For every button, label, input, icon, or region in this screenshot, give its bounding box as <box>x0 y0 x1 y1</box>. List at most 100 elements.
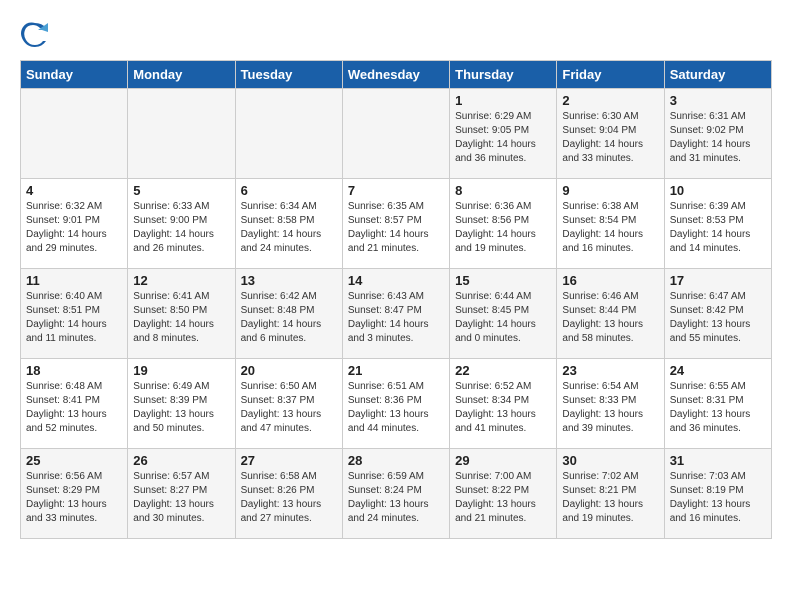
header-cell-wednesday: Wednesday <box>342 61 449 89</box>
day-number: 14 <box>348 273 444 288</box>
day-info: Sunrise: 6:58 AM Sunset: 8:26 PM Dayligh… <box>241 471 322 524</box>
day-info: Sunrise: 6:38 AM Sunset: 8:54 PM Dayligh… <box>562 201 643 254</box>
day-info: Sunrise: 6:40 AM Sunset: 8:51 PM Dayligh… <box>26 291 107 344</box>
day-info: Sunrise: 6:47 AM Sunset: 8:42 PM Dayligh… <box>670 291 751 344</box>
logo <box>20 20 54 50</box>
header-row: SundayMondayTuesdayWednesdayThursdayFrid… <box>21 61 772 89</box>
day-info: Sunrise: 6:29 AM Sunset: 9:05 PM Dayligh… <box>455 111 536 164</box>
day-number: 27 <box>241 453 337 468</box>
day-info: Sunrise: 6:46 AM Sunset: 8:44 PM Dayligh… <box>562 291 643 344</box>
day-number: 13 <box>241 273 337 288</box>
day-cell: 5Sunrise: 6:33 AM Sunset: 9:00 PM Daylig… <box>128 179 235 269</box>
day-cell: 23 Sunrise: 6:54 AM Sunset: 8:33 PM Dayli… <box>557 359 664 449</box>
day-cell: 12 Sunrise: 6:41 AM Sunset: 8:50 PM Dayli… <box>128 269 235 359</box>
day-cell: 18 Sunrise: 6:48 AM Sunset: 8:41 PM Dayli… <box>21 359 128 449</box>
day-number: 29 <box>455 453 551 468</box>
day-cell: 15Sunrise: 6:44 AM Sunset: 8:45 PM Dayli… <box>450 269 557 359</box>
day-number: 25 <box>26 453 122 468</box>
day-info: Sunrise: 6:41 AM Sunset: 8:50 PM Dayligh… <box>133 291 214 344</box>
page-header <box>20 20 772 50</box>
day-info: Sunrise: 6:49 AM Sunset: 8:39 PM Dayligh… <box>133 381 214 434</box>
day-info: Sunrise: 6:32 AM Sunset: 9:01 PM Dayligh… <box>26 201 107 254</box>
day-cell: 2 Sunrise: 6:30 AM Sunset: 9:04 PM Daylig… <box>557 89 664 179</box>
day-cell: 16 Sunrise: 6:46 AM Sunset: 8:44 PM Dayli… <box>557 269 664 359</box>
day-number: 23 <box>562 363 658 378</box>
day-cell: 11Sunrise: 6:40 AM Sunset: 8:51 PM Dayli… <box>21 269 128 359</box>
header-cell-sunday: Sunday <box>21 61 128 89</box>
day-cell: 10 Sunrise: 6:39 AM Sunset: 8:53 PM Dayli… <box>664 179 771 269</box>
day-number: 7 <box>348 183 444 198</box>
day-cell: 28 Sunrise: 6:59 AM Sunset: 8:24 PM Dayli… <box>342 449 449 539</box>
day-cell <box>342 89 449 179</box>
day-cell: 13 Sunrise: 6:42 AM Sunset: 8:48 PM Dayli… <box>235 269 342 359</box>
day-cell: 25Sunrise: 6:56 AM Sunset: 8:29 PM Dayli… <box>21 449 128 539</box>
day-cell: 1 Sunrise: 6:29 AM Sunset: 9:05 PM Daylig… <box>450 89 557 179</box>
day-number: 10 <box>670 183 766 198</box>
day-number: 30 <box>562 453 658 468</box>
day-number: 3 <box>670 93 766 108</box>
day-info: Sunrise: 6:34 AM Sunset: 8:58 PM Dayligh… <box>241 201 322 254</box>
day-number: 4 <box>26 183 122 198</box>
header-cell-thursday: Thursday <box>450 61 557 89</box>
day-cell: 8 Sunrise: 6:36 AM Sunset: 8:56 PM Daylig… <box>450 179 557 269</box>
day-info: Sunrise: 6:50 AM Sunset: 8:37 PM Dayligh… <box>241 381 322 434</box>
day-info: Sunrise: 6:43 AM Sunset: 8:47 PM Dayligh… <box>348 291 429 344</box>
day-number: 2 <box>562 93 658 108</box>
day-number: 22 <box>455 363 551 378</box>
day-cell <box>235 89 342 179</box>
day-number: 26 <box>133 453 229 468</box>
day-number: 28 <box>348 453 444 468</box>
day-cell: 17 Sunrise: 6:47 AM Sunset: 8:42 PM Dayli… <box>664 269 771 359</box>
day-info: Sunrise: 6:57 AM Sunset: 8:27 PM Dayligh… <box>133 471 214 524</box>
logo-icon <box>20 20 50 50</box>
day-number: 19 <box>133 363 229 378</box>
day-info: Sunrise: 6:54 AM Sunset: 8:33 PM Dayligh… <box>562 381 643 434</box>
day-cell: 19 Sunrise: 6:49 AM Sunset: 8:39 PM Dayli… <box>128 359 235 449</box>
day-info: Sunrise: 6:59 AM Sunset: 8:24 PM Dayligh… <box>348 471 429 524</box>
day-number: 8 <box>455 183 551 198</box>
day-info: Sunrise: 6:48 AM Sunset: 8:41 PM Dayligh… <box>26 381 107 434</box>
week-row-2: 4 Sunrise: 6:32 AM Sunset: 9:01 PM Daylig… <box>21 179 772 269</box>
day-info: Sunrise: 6:31 AM Sunset: 9:02 PM Dayligh… <box>670 111 751 164</box>
day-number: 16 <box>562 273 658 288</box>
day-info: Sunrise: 6:33 AM Sunset: 9:00 PM Dayligh… <box>133 201 214 254</box>
day-number: 9 <box>562 183 658 198</box>
day-cell: 20 Sunrise: 6:50 AM Sunset: 8:37 PM Dayli… <box>235 359 342 449</box>
day-cell: 29 Sunrise: 7:00 AM Sunset: 8:22 PM Dayli… <box>450 449 557 539</box>
header-cell-monday: Monday <box>128 61 235 89</box>
week-row-4: 18 Sunrise: 6:48 AM Sunset: 8:41 PM Dayli… <box>21 359 772 449</box>
day-info: Sunrise: 6:39 AM Sunset: 8:53 PM Dayligh… <box>670 201 751 254</box>
header-cell-friday: Friday <box>557 61 664 89</box>
week-row-1: 1 Sunrise: 6:29 AM Sunset: 9:05 PM Daylig… <box>21 89 772 179</box>
header-cell-saturday: Saturday <box>664 61 771 89</box>
day-info: Sunrise: 6:35 AM Sunset: 8:57 PM Dayligh… <box>348 201 429 254</box>
day-number: 1 <box>455 93 551 108</box>
week-row-3: 11Sunrise: 6:40 AM Sunset: 8:51 PM Dayli… <box>21 269 772 359</box>
day-info: Sunrise: 6:52 AM Sunset: 8:34 PM Dayligh… <box>455 381 536 434</box>
day-cell: 26 Sunrise: 6:57 AM Sunset: 8:27 PM Dayli… <box>128 449 235 539</box>
day-cell <box>21 89 128 179</box>
day-cell: 3 Sunrise: 6:31 AM Sunset: 9:02 PM Daylig… <box>664 89 771 179</box>
day-cell: 27 Sunrise: 6:58 AM Sunset: 8:26 PM Dayli… <box>235 449 342 539</box>
day-cell: 31Sunrise: 7:03 AM Sunset: 8:19 PM Dayli… <box>664 449 771 539</box>
day-cell: 7 Sunrise: 6:35 AM Sunset: 8:57 PM Daylig… <box>342 179 449 269</box>
day-info: Sunrise: 6:51 AM Sunset: 8:36 PM Dayligh… <box>348 381 429 434</box>
day-info: Sunrise: 6:36 AM Sunset: 8:56 PM Dayligh… <box>455 201 536 254</box>
day-info: Sunrise: 6:42 AM Sunset: 8:48 PM Dayligh… <box>241 291 322 344</box>
day-number: 15 <box>455 273 551 288</box>
day-number: 18 <box>26 363 122 378</box>
day-cell: 4 Sunrise: 6:32 AM Sunset: 9:01 PM Daylig… <box>21 179 128 269</box>
week-row-5: 25Sunrise: 6:56 AM Sunset: 8:29 PM Dayli… <box>21 449 772 539</box>
day-info: Sunrise: 6:30 AM Sunset: 9:04 PM Dayligh… <box>562 111 643 164</box>
day-cell: 6Sunrise: 6:34 AM Sunset: 8:58 PM Daylig… <box>235 179 342 269</box>
day-info: Sunrise: 7:02 AM Sunset: 8:21 PM Dayligh… <box>562 471 643 524</box>
day-cell: 24Sunrise: 6:55 AM Sunset: 8:31 PM Dayli… <box>664 359 771 449</box>
day-cell <box>128 89 235 179</box>
day-cell: 22 Sunrise: 6:52 AM Sunset: 8:34 PM Dayli… <box>450 359 557 449</box>
day-number: 20 <box>241 363 337 378</box>
day-number: 12 <box>133 273 229 288</box>
day-number: 17 <box>670 273 766 288</box>
day-cell: 30 Sunrise: 7:02 AM Sunset: 8:21 PM Dayli… <box>557 449 664 539</box>
day-info: Sunrise: 7:00 AM Sunset: 8:22 PM Dayligh… <box>455 471 536 524</box>
day-info: Sunrise: 7:03 AM Sunset: 8:19 PM Dayligh… <box>670 471 751 524</box>
